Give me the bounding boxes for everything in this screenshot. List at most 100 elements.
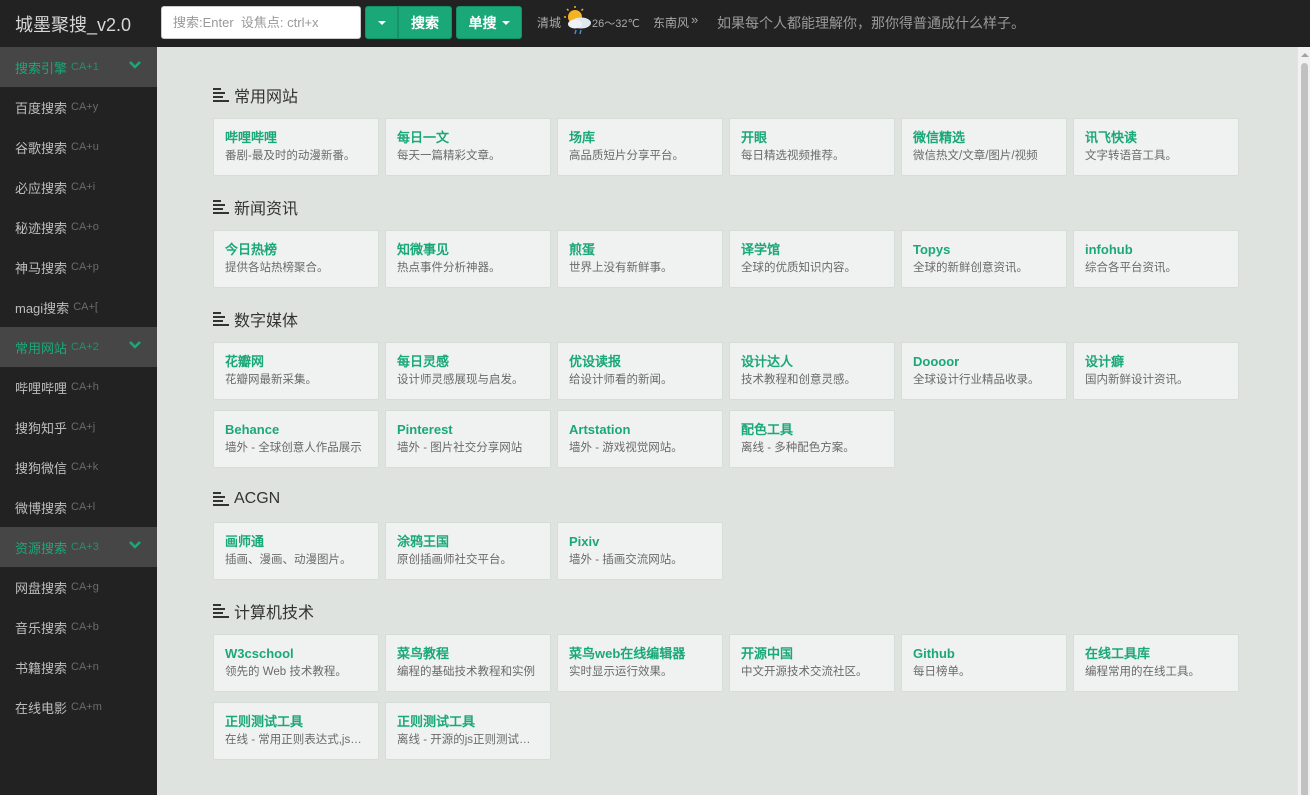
site-card[interactable]: Behance 墙外 - 全球创意人作品展示 [213, 410, 379, 468]
site-card-desc: 全球的新鲜创意资讯。 [913, 262, 1028, 274]
site-card[interactable]: 知微事见 热点事件分析神器。 [385, 230, 551, 288]
site-card-title: 今日热榜 [225, 242, 278, 257]
site-card-desc: 高品质短片分享平台。 [569, 150, 684, 162]
site-card-title: 菜鸟教程 [397, 646, 450, 661]
shortcut-hint: CA+1 [71, 61, 99, 73]
sidebar-item-sogou-zhihu[interactable]: 搜狗知乎 CA+j [0, 407, 157, 447]
site-card[interactable]: W3cschool 领先的 Web 技术教程。 [213, 634, 379, 692]
sidebar-item-weibo[interactable]: 微博搜索 CA+l [0, 487, 157, 527]
site-card-title: 配色工具 [741, 422, 794, 437]
site-card[interactable]: 微信精选 微信热文/文章/图片/视频 [901, 118, 1067, 176]
weather-city: 清城 [537, 16, 562, 30]
site-card[interactable]: 煎蛋 世界上没有新鲜事。 [557, 230, 723, 288]
section-title-text: 新闻资讯 [234, 201, 299, 218]
sidebar-item-bing[interactable]: 必应搜索 CA+i [0, 167, 157, 207]
list-icon [213, 492, 229, 506]
site-card[interactable]: Artstation 墙外 - 游戏视觉网站。 [557, 410, 723, 468]
site-card-desc: 微信热文/文章/图片/视频 [913, 150, 1038, 162]
site-brand[interactable]: 城墨聚搜_v2.0 [15, 11, 131, 37]
weather-more-icon[interactable]: » [691, 12, 698, 27]
site-card[interactable]: 每日灵感 设计师灵感展现与启发。 [385, 342, 551, 400]
site-card[interactable]: 开眼 每日精选视频推荐。 [729, 118, 895, 176]
shortcut-hint: CA+i [71, 181, 96, 193]
site-card-title: 正则测试工具 [225, 714, 304, 729]
site-card[interactable]: 设计癖 国内新鲜设计资讯。 [1073, 342, 1239, 400]
site-card[interactable]: 正则测试工具 离线 - 开源的js正则测试工具 [385, 702, 551, 760]
scrollbar-thumb[interactable] [1301, 63, 1308, 795]
site-card-desc: 番剧-最及时的动漫新番。 [225, 150, 356, 162]
site-card[interactable]: Pinterest 墙外 - 图片社交分享网站 [385, 410, 551, 468]
site-card-title: 开眼 [741, 130, 768, 145]
site-card[interactable]: 哔哩哔哩 番剧-最及时的动漫新番。 [213, 118, 379, 176]
sidebar-group-common-sites[interactable]: 常用网站 CA+2 [0, 327, 157, 367]
chevron-down-icon [129, 61, 141, 69]
site-card[interactable]: 画师通 插画、漫画、动漫图片。 [213, 522, 379, 580]
site-card[interactable]: 场库 高品质短片分享平台。 [557, 118, 723, 176]
site-card[interactable]: 菜鸟教程 编程的基础技术教程和实例 [385, 634, 551, 692]
weather-temperature: 26～32℃ [592, 18, 640, 30]
sidebar-item-netdisk[interactable]: 网盘搜索 CA+g [0, 567, 157, 607]
site-card-desc: 插画、漫画、动漫图片。 [225, 554, 352, 566]
site-card-title: 哔哩哔哩 [225, 130, 278, 145]
sidebar-item-label: 秘迹搜索 [15, 220, 68, 236]
shortcut-hint: CA+j [71, 421, 96, 433]
site-card[interactable]: 讯飞快读 文字转语音工具。 [1073, 118, 1239, 176]
site-card[interactable]: 今日热榜 提供各站热榜聚合。 [213, 230, 379, 288]
site-card[interactable]: 花瓣网 花瓣网最新采集。 [213, 342, 379, 400]
shortcut-hint: CA+b [71, 621, 99, 633]
sidebar-item-shenma[interactable]: 神马搜索 CA+p [0, 247, 157, 287]
sidebar-item-baidu[interactable]: 百度搜索 CA+y [0, 87, 157, 127]
site-card-desc: 设计师灵感展现与启发。 [397, 374, 524, 386]
site-card[interactable]: Topys 全球的新鲜创意资讯。 [901, 230, 1067, 288]
site-card-title: 优设读报 [569, 354, 622, 369]
site-card[interactable]: 涂鸦王国 原创插画师社交平台。 [385, 522, 551, 580]
sidebar-group-search-engines[interactable]: 搜索引擎 CA+1 [0, 47, 157, 87]
shortcut-hint: CA+k [71, 461, 99, 473]
site-card[interactable]: Pixiv 墙外 - 插画交流网站。 [557, 522, 723, 580]
sidebar-item-google[interactable]: 谷歌搜索 CA+u [0, 127, 157, 167]
vertical-scrollbar[interactable] [1297, 47, 1310, 795]
shortcut-hint: CA+h [71, 381, 99, 393]
sidebar-item-sogou-weixin[interactable]: 搜狗微信 CA+k [0, 447, 157, 487]
section-title-news: 新闻资讯 [213, 195, 298, 219]
site-card[interactable]: 正则测试工具 在线 - 常用正则表达式,js正则 [213, 702, 379, 760]
site-card[interactable]: 配色工具 离线 - 多种配色方案。 [729, 410, 895, 468]
single-search-button[interactable]: 单搜 [456, 6, 522, 39]
site-card-desc: 墙外 - 插画交流网站。 [569, 554, 683, 566]
sidebar-item-magi[interactable]: magi搜索 CA+[ [0, 287, 157, 327]
site-card[interactable]: Doooor 全球设计行业精品收录。 [901, 342, 1067, 400]
site-card-desc: 离线 - 多种配色方案。 [741, 442, 855, 454]
sidebar-item-books[interactable]: 书籍搜索 CA+n [0, 647, 157, 687]
site-card[interactable]: 每日一文 每天一篇精彩文章。 [385, 118, 551, 176]
list-icon [213, 604, 229, 618]
site-card[interactable]: 在线工具库 编程常用的在线工具。 [1073, 634, 1239, 692]
site-card-desc: 热点事件分析神器。 [397, 262, 501, 274]
sidebar: 搜索引擎 CA+1 百度搜索 CA+y 谷歌搜索 CA+u 必应搜索 CA+i … [0, 47, 157, 795]
site-card[interactable]: 译学馆 全球的优质知识内容。 [729, 230, 895, 288]
search-button[interactable]: 搜索 [398, 6, 452, 39]
shortcut-hint: CA+2 [71, 341, 99, 353]
site-card-desc: 世界上没有新鲜事。 [569, 262, 673, 274]
site-card[interactable]: Github 每日榜单。 [901, 634, 1067, 692]
sidebar-item-music[interactable]: 音乐搜索 CA+b [0, 607, 157, 647]
chevron-down-icon [129, 541, 141, 549]
site-card-title: 在线工具库 [1085, 646, 1151, 661]
sidebar-group-resources[interactable]: 资源搜索 CA+3 [0, 527, 157, 567]
scroll-up-arrow-icon[interactable] [1301, 53, 1309, 57]
site-card-title: 译学馆 [741, 242, 781, 257]
site-card[interactable]: 开源中国 中文开源技术交流社区。 [729, 634, 895, 692]
site-card[interactable]: 设计达人 技术教程和创意灵感。 [729, 342, 895, 400]
site-card[interactable]: 优设读报 给设计师看的新闻。 [557, 342, 723, 400]
site-card-title: Behance [225, 422, 280, 437]
site-card[interactable]: 菜鸟web在线编辑器 实时显示运行效果。 [557, 634, 723, 692]
site-card[interactable]: infohub 综合各平台资讯。 [1073, 230, 1239, 288]
search-input[interactable] [161, 6, 361, 39]
sidebar-item-mijisou[interactable]: 秘迹搜索 CA+o [0, 207, 157, 247]
sidebar-item-label: magi搜索 [15, 300, 70, 316]
section-title-text: 常用网站 [234, 89, 299, 106]
sidebar-item-bilibili[interactable]: 哔哩哔哩 CA+h [0, 367, 157, 407]
engine-dropdown-button[interactable] [365, 6, 398, 39]
site-card-desc: 编程常用的在线工具。 [1085, 666, 1200, 678]
section-title-text: 数字媒体 [234, 313, 299, 330]
sidebar-item-movies[interactable]: 在线电影 CA+m [0, 687, 157, 727]
